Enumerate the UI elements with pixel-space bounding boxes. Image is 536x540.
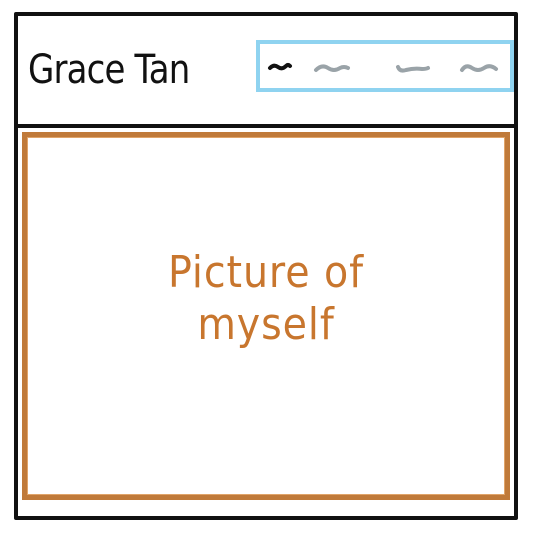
photo-caption-line-1: Picture of — [168, 247, 364, 298]
nav-links — [268, 63, 498, 73]
photo-placeholder: Picture of myself — [22, 132, 510, 500]
photo-caption: Picture of myself — [51, 247, 481, 351]
nav-link-3[interactable] — [396, 65, 430, 73]
nav-link-1[interactable] — [268, 63, 292, 71]
nav-bar — [256, 40, 514, 92]
photo-caption-line-2: myself — [197, 299, 335, 350]
site-header: Grace Tan — [18, 16, 514, 128]
nav-link-4[interactable] — [460, 64, 498, 72]
site-title: Grace Tan — [28, 47, 190, 93]
page-frame: Grace Tan Picture of myself — [14, 12, 518, 520]
nav-link-2[interactable] — [314, 64, 350, 72]
